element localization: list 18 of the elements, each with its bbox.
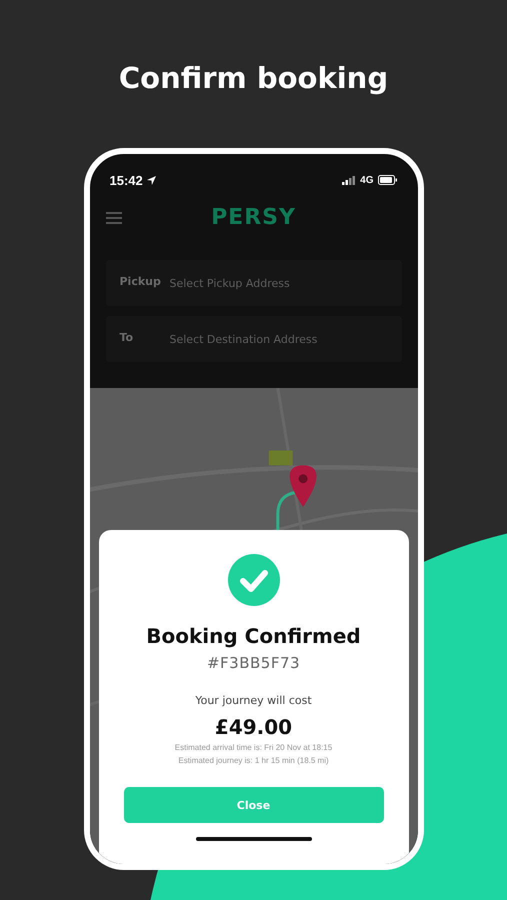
field-label: Pickup	[120, 275, 161, 288]
journey-detail: Estimated arrival time is: Fri 20 Nov at 18:15	[174, 743, 332, 752]
status-time: 15:42	[110, 172, 143, 188]
menu-icon[interactable]	[106, 212, 122, 224]
location-arrow-icon	[146, 176, 156, 184]
dialog-title: Booking Confirmed	[146, 624, 361, 648]
journey-detail: Estimated journey is: 1 hr 15 min (18.5 mi)	[178, 756, 329, 765]
cost-label: Your journey will cost	[195, 694, 312, 707]
booking-reference: #F3BB5F73	[206, 654, 300, 672]
app-logo: PERSY	[211, 204, 296, 230]
close-button[interactable]: Close	[124, 787, 384, 823]
battery-icon	[378, 175, 398, 185]
network-type: 4G	[360, 174, 374, 186]
checkmark-icon	[228, 554, 280, 606]
field-label: To	[120, 331, 134, 344]
signal-icon	[342, 176, 356, 184]
price: £49.00	[214, 715, 292, 739]
page-title: Confirm booking	[118, 60, 388, 97]
